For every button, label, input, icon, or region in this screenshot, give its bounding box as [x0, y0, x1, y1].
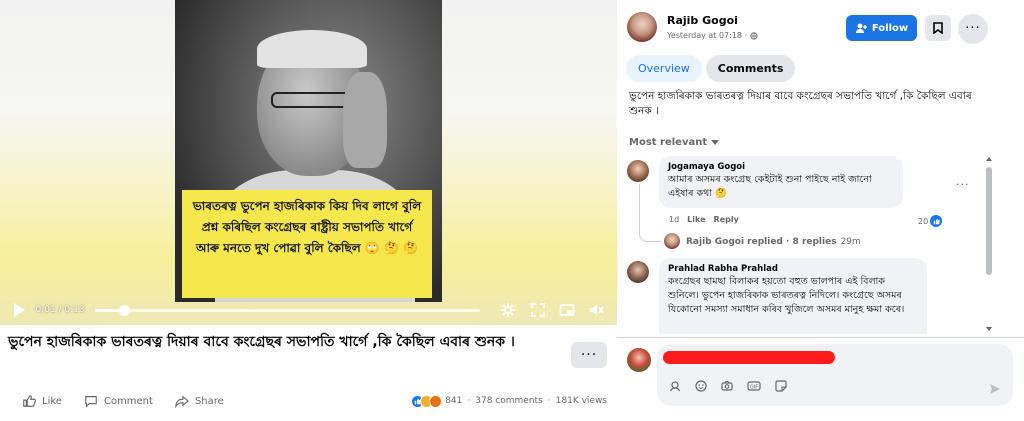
scroll-down-arrow-icon[interactable] [984, 325, 994, 333]
comment-more-button[interactable]: ··· [956, 178, 970, 191]
video-time: 0:01 / 0:13 [35, 305, 85, 315]
redaction-mark [663, 351, 835, 364]
view-replies-link[interactable]: Rajib Gogoi replied · 8 replies 29m [686, 237, 861, 247]
caret-down-icon [711, 139, 720, 145]
video-progress-bar[interactable] [94, 304, 480, 316]
comment-text: আমাৰ অসমৰ কংগ্ৰেছ কেইটাই শুনা পাইছে নাই … [668, 174, 872, 199]
facebook-video-post: ভাৰতৰত্ন ভুপেন হাজৰিকাক কিয় দিব লাগে বু… [0, 0, 1024, 421]
globe-icon [750, 31, 758, 40]
comment-reply-button[interactable]: Reply [714, 215, 739, 224]
post-description: ভুপেন হাজৰিকাক ভাৰতৰত্ন দিয়াৰ বাবে কংগ্… [629, 90, 972, 117]
post-timestamp: Yesterday at 07:18 · [667, 31, 758, 40]
comment-composer[interactable]: GIF [657, 344, 1013, 406]
post-action-row: Like Comment Share 841 · 378 comments · … [0, 388, 617, 414]
comment-bubble-icon [85, 396, 97, 408]
scroll-thumb[interactable] [986, 167, 992, 275]
share-button[interactable]: Share [175, 394, 224, 408]
share-arrow-icon [175, 395, 189, 408]
composer-tools: GIF [669, 380, 801, 392]
avatar[interactable] [664, 233, 680, 249]
reaction-icons[interactable] [411, 394, 443, 408]
settings-icon[interactable] [498, 299, 519, 321]
comment-actions: 1d Like Reply [669, 215, 739, 224]
follow-icon [855, 23, 867, 33]
commenter-name[interactable]: Prahlad Rabha Prahlad [668, 263, 918, 275]
commenter-name[interactable]: Jogamaya Gogoi [668, 161, 894, 173]
person-hand [343, 72, 387, 168]
comment-bubble: Jogamaya Gogoi আমাৰ অসমৰ কংগ্ৰেছ কেইটাই … [659, 156, 903, 208]
save-post-button[interactable] [925, 15, 951, 41]
angry-reaction-icon [429, 394, 443, 408]
scroll-up-arrow-icon[interactable] [984, 155, 994, 163]
comment-sort-dropdown[interactable]: Most relevant [629, 137, 720, 148]
camera-icon[interactable] [721, 380, 733, 392]
thumbs-up-icon [23, 395, 36, 407]
comment-like-button[interactable]: Like [687, 215, 705, 224]
views-count: 181K views [555, 396, 607, 406]
emoji-icon[interactable] [695, 380, 707, 392]
author-name[interactable]: Rajib Gogoi [667, 14, 738, 27]
current-user-avatar[interactable] [627, 348, 651, 372]
tab-overview[interactable]: Overview [626, 55, 702, 82]
fullscreen-expand-icon[interactable] [527, 299, 548, 321]
reaction-count[interactable]: 841 [445, 396, 462, 406]
tab-comments[interactable]: Comments [705, 55, 796, 82]
more-dots-icon: ··· [965, 21, 981, 36]
divider [617, 337, 1024, 338]
comments-scrollbar[interactable] [984, 155, 994, 333]
post-title: ভুপেন হাজৰিকাক ভাৰতৰত্ন দিয়াৰ বাবে কংগ্… [8, 334, 515, 350]
bookmark-icon [933, 22, 943, 34]
volume-muted-icon[interactable] [586, 299, 607, 321]
panel-tabs: Overview Comments [626, 55, 799, 82]
sticker-icon[interactable] [775, 380, 787, 392]
video-player[interactable]: ভাৰতৰত্ন ভুপেন হাজৰিকাক কিয় দিব লাগে বু… [0, 0, 617, 325]
picture-in-picture-icon[interactable] [556, 299, 577, 321]
like-reaction-icon [930, 215, 943, 227]
video-progress-knob[interactable] [119, 304, 131, 316]
video-caption: ভাৰতৰত্ন ভুপেন হাজৰিকাক কিয় দিব লাগে বু… [182, 190, 432, 298]
follow-button[interactable]: Follow [846, 15, 917, 41]
gif-icon[interactable]: GIF [747, 380, 761, 392]
avatar[interactable] [627, 160, 649, 182]
avatar-sticker-icon[interactable] [669, 380, 681, 392]
post-more-button[interactable]: ··· [571, 342, 607, 368]
play-icon[interactable] [10, 301, 27, 319]
author-more-button[interactable]: ··· [958, 14, 988, 44]
comments-count[interactable]: 378 comments [475, 396, 543, 406]
send-icon[interactable] [989, 380, 1001, 399]
comment-text: কংগ্ৰেছৰ ছামছা বিলাকৰ হয়তো বহুত ভালপাৰ … [668, 276, 905, 315]
post-stats: 841 · 378 comments · 181K views [411, 388, 607, 414]
comment-bubble: Prahlad Rabha Prahlad কংগ্ৰেছৰ ছামছা বিল… [659, 258, 927, 334]
comment-button[interactable]: Comment [84, 394, 153, 408]
post-side-panel: Rajib Gogoi Yesterday at 07:18 · Follow … [617, 0, 1024, 421]
video-controls: 0:01 / 0:13 [0, 295, 617, 325]
comment-reaction-count[interactable]: 20 [918, 215, 943, 227]
svg-text:GIF: GIF [750, 384, 758, 390]
avatar[interactable] [627, 261, 649, 283]
more-dots-icon: ··· [580, 347, 598, 363]
author-avatar[interactable] [627, 12, 657, 42]
like-button[interactable]: Like [22, 394, 62, 408]
comment-age[interactable]: 1d [669, 215, 679, 224]
